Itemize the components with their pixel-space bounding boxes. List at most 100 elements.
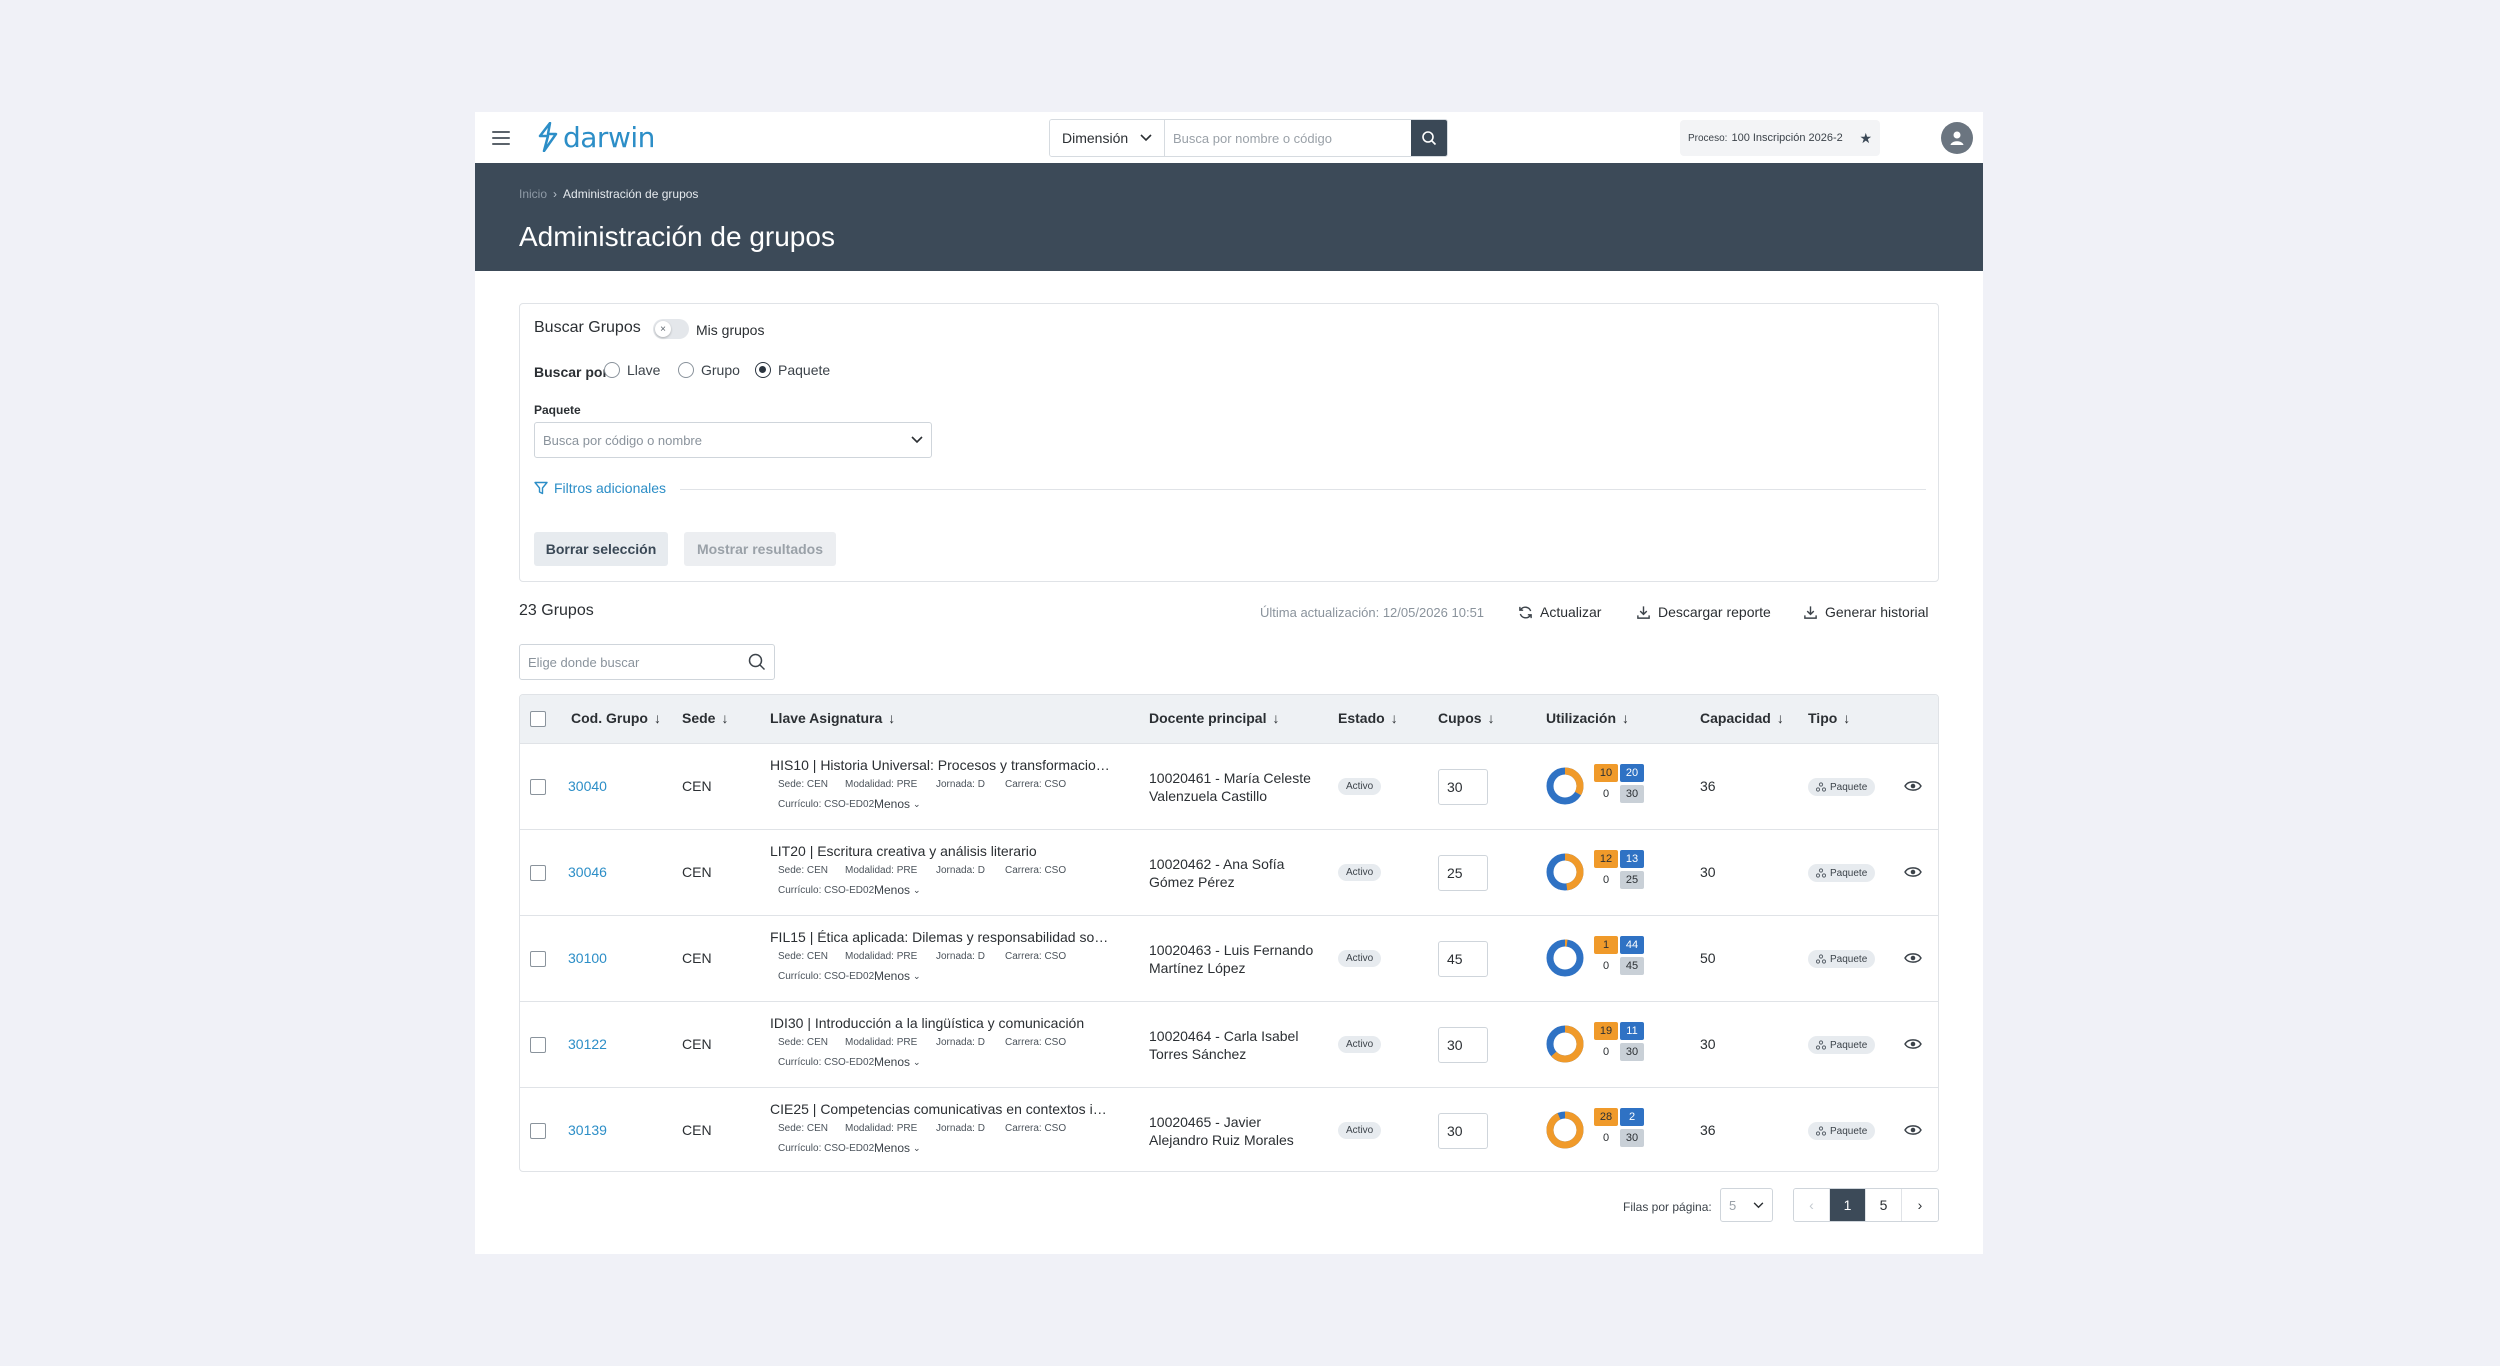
column-label: Llave Asignatura	[770, 710, 883, 726]
cupos-input[interactable]	[1438, 1113, 1488, 1149]
menos-toggle[interactable]: Menos ⌄	[874, 1055, 921, 1069]
column-header[interactable]: Docente principal ↓	[1149, 710, 1279, 726]
clear-selection-button[interactable]: Borrar selección	[534, 532, 668, 566]
column-header[interactable]: Llave Asignatura ↓	[770, 710, 895, 726]
search-button[interactable]	[1411, 120, 1447, 156]
download-report-label: Descargar reporte	[1658, 604, 1771, 620]
pagination: ‹ 1 5 ›	[1793, 1188, 1939, 1222]
process-value: 100 Inscripción 2026-2	[1731, 132, 1843, 144]
breadcrumb: Inicio › Administración de grupos	[519, 187, 698, 201]
search-icon	[1422, 131, 1437, 146]
generate-history-button[interactable]: Generar historial	[1803, 604, 1929, 620]
capacity-badge: 30	[1620, 1043, 1644, 1061]
cupos-input[interactable]	[1438, 769, 1488, 805]
eye-icon[interactable]	[1904, 865, 1922, 879]
column-label: Tipo	[1808, 710, 1838, 726]
radio-grupo[interactable]: Grupo	[678, 362, 740, 378]
additional-filters-link[interactable]: Filtros adicionales	[534, 480, 666, 496]
column-header[interactable]: Cod. Grupo ↓	[571, 710, 661, 726]
table-search-placeholder: Elige donde buscar	[528, 654, 640, 670]
cupos-input[interactable]	[1438, 1027, 1488, 1063]
hamburger-menu-icon[interactable]	[489, 126, 513, 150]
radio-label: Paquete	[778, 362, 831, 378]
cupos-input[interactable]	[1438, 941, 1488, 977]
used-badge: 10	[1594, 764, 1618, 782]
group-code-link[interactable]: 30122	[568, 1036, 607, 1052]
rows-per-page-select[interactable]: 5	[1720, 1188, 1773, 1222]
brand-logo[interactable]: darwin	[537, 120, 655, 154]
page-button-current[interactable]: 1	[1830, 1189, 1866, 1221]
zero-badge: 0	[1594, 871, 1618, 889]
radio-button-selected[interactable]	[755, 362, 771, 378]
group-code-link[interactable]: 30139	[568, 1122, 607, 1138]
menos-label: Menos	[874, 883, 911, 897]
breadcrumb-separator-icon: ›	[553, 187, 558, 201]
menos-toggle[interactable]: Menos ⌄	[874, 969, 921, 983]
menos-toggle[interactable]: Menos ⌄	[874, 1141, 921, 1155]
eye-icon[interactable]	[1904, 951, 1922, 965]
zero-badge: 0	[1594, 785, 1618, 803]
column-header[interactable]: Estado ↓	[1338, 710, 1398, 726]
meta-sede: Sede: CEN	[778, 1123, 829, 1134]
select-all-checkbox[interactable]	[530, 711, 546, 727]
row-checkbox[interactable]	[530, 951, 546, 967]
package-icon	[1816, 1040, 1826, 1050]
global-search-input[interactable]	[1165, 120, 1411, 156]
paquete-select[interactable]: Busca por código o nombre	[534, 422, 932, 458]
sort-arrow-icon: ↓	[654, 710, 661, 726]
row-checkbox[interactable]	[530, 1037, 546, 1053]
available-badge: 13	[1620, 850, 1644, 868]
type-badge: Paquete	[1808, 864, 1876, 882]
radio-button[interactable]	[678, 362, 694, 378]
column-header[interactable]: Tipo ↓	[1808, 710, 1850, 726]
column-header[interactable]: Utilización ↓	[1546, 710, 1629, 726]
table-header: Cod. Grupo ↓ Sede ↓ Llave Asignatura ↓ Doce…	[520, 695, 1938, 743]
column-header[interactable]: Cupos ↓	[1438, 710, 1495, 726]
show-results-button[interactable]: Mostrar resultados	[684, 532, 836, 566]
row-checkbox[interactable]	[530, 1123, 546, 1139]
eye-icon[interactable]	[1904, 1123, 1922, 1137]
meta-curriculo: Currículo: CSO-ED02	[778, 1057, 875, 1068]
table-row: 30100 CEN FIL15 | Ética aplicada: Dilema…	[520, 915, 1938, 1001]
page-button-last[interactable]: 5	[1866, 1189, 1902, 1221]
breadcrumb-home[interactable]: Inicio	[519, 187, 547, 201]
download-report-button[interactable]: Descargar reporte	[1636, 604, 1771, 620]
row-checkbox[interactable]	[530, 779, 546, 795]
row-checkbox[interactable]	[530, 865, 546, 881]
capacity-value: 30	[1700, 1036, 1716, 1052]
group-code-link[interactable]: 30040	[568, 778, 607, 794]
eye-icon[interactable]	[1904, 779, 1922, 793]
column-label: Estado	[1338, 710, 1385, 726]
group-code-link[interactable]: 30100	[568, 950, 607, 966]
refresh-button[interactable]: Actualizar	[1518, 604, 1601, 620]
process-selector[interactable]: Proceso: 100 Inscripción 2026-2 ★	[1680, 120, 1880, 156]
column-header[interactable]: Capacidad ↓	[1700, 710, 1784, 726]
table-search-input[interactable]: Elige donde buscar	[519, 644, 775, 680]
chevron-down-icon	[1753, 1201, 1764, 1208]
meta-carrera: Carrera: CSO	[1005, 865, 1067, 876]
meta-carrera: Carrera: CSO	[1005, 1123, 1067, 1134]
column-header[interactable]: Sede ↓	[682, 710, 728, 726]
capacity-badge: 25	[1620, 871, 1644, 889]
radio-llave[interactable]: Llave	[604, 362, 660, 378]
radio-paquete[interactable]: Paquete	[755, 362, 830, 378]
package-icon	[1816, 1126, 1826, 1136]
menos-label: Menos	[874, 1141, 911, 1155]
darwin-logo-icon	[538, 122, 558, 152]
prev-page-button[interactable]: ‹	[1794, 1189, 1830, 1221]
last-update: Última actualización: 12/05/2026 10:51	[1260, 605, 1485, 620]
eye-icon[interactable]	[1904, 1037, 1922, 1051]
results-count: 23 Grupos	[519, 602, 594, 619]
cupos-input[interactable]	[1438, 855, 1488, 891]
radio-button[interactable]	[604, 362, 620, 378]
user-avatar[interactable]	[1941, 122, 1973, 154]
group-code-link[interactable]: 30046	[568, 864, 607, 880]
mis-grupos-toggle[interactable]: ×	[653, 319, 689, 339]
menos-toggle[interactable]: Menos ⌄	[874, 883, 921, 897]
menos-toggle[interactable]: Menos ⌄	[874, 797, 921, 811]
type-badge: Paquete	[1808, 1036, 1876, 1054]
dimension-select[interactable]: Dimensión	[1050, 120, 1165, 156]
star-icon[interactable]: ★	[1859, 130, 1872, 147]
next-page-button[interactable]: ›	[1902, 1189, 1938, 1221]
meta-sede: Sede: CEN	[778, 865, 829, 876]
